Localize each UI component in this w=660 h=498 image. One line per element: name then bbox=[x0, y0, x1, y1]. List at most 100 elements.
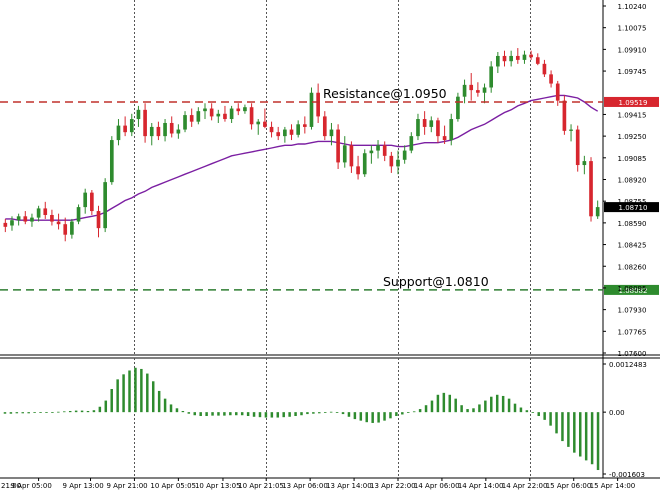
candle-body bbox=[329, 129, 334, 137]
oscillator-bar bbox=[365, 412, 368, 423]
candle bbox=[422, 111, 427, 135]
candle bbox=[509, 50, 513, 67]
candle bbox=[56, 213, 61, 230]
oscillator-bar bbox=[229, 412, 232, 416]
candle bbox=[229, 105, 234, 123]
candle bbox=[575, 125, 580, 172]
candle bbox=[189, 108, 194, 127]
candle-body bbox=[529, 54, 533, 58]
candle bbox=[149, 122, 154, 146]
oscillator-bar bbox=[555, 412, 558, 434]
candle bbox=[103, 178, 107, 233]
candle-body bbox=[515, 55, 520, 60]
candle-body bbox=[196, 111, 201, 122]
oscillator-bar bbox=[205, 412, 208, 417]
candle-body bbox=[442, 136, 447, 141]
candle bbox=[476, 82, 480, 97]
candle bbox=[169, 116, 174, 138]
candle-body bbox=[469, 84, 474, 91]
resistance-label: Resistance@1.0950 bbox=[323, 86, 447, 101]
candle-body bbox=[276, 132, 281, 137]
price-tick-label: 1.09085 bbox=[618, 155, 647, 163]
candle bbox=[496, 52, 500, 74]
candle-body bbox=[562, 100, 567, 131]
candle bbox=[23, 211, 28, 225]
oscillator-bar bbox=[270, 412, 274, 418]
moving-average-line bbox=[5, 94, 599, 221]
candle bbox=[83, 188, 88, 214]
oscillator-bar bbox=[395, 412, 398, 417]
oscillator-bar bbox=[80, 410, 84, 413]
candle-body bbox=[342, 145, 347, 163]
candle bbox=[249, 103, 254, 130]
oscillator-bar bbox=[407, 412, 410, 413]
oscillator-bar bbox=[92, 410, 96, 413]
oscillator-bar bbox=[116, 379, 119, 413]
time-tick-label: 9 Apr 05:00 bbox=[11, 482, 52, 490]
candle-body bbox=[575, 129, 580, 166]
candle bbox=[30, 213, 34, 227]
oscillator-bar bbox=[217, 412, 220, 416]
candle bbox=[302, 116, 307, 134]
resistance-price-tag-text: 1.09519 bbox=[619, 99, 648, 107]
candle bbox=[409, 132, 414, 154]
time-tick-label: 10 Apr 13:05 bbox=[195, 482, 241, 490]
candle bbox=[256, 119, 261, 135]
oscillator-tick-label: -0.001603 bbox=[609, 471, 645, 479]
candle-body bbox=[163, 122, 167, 137]
candle-body bbox=[489, 66, 494, 88]
vertical-grid bbox=[134, 0, 531, 478]
candle bbox=[96, 205, 101, 238]
candle-body bbox=[309, 92, 314, 127]
oscillator-bar bbox=[86, 410, 90, 413]
candle bbox=[589, 157, 593, 222]
candle-body bbox=[10, 220, 14, 226]
oscillator-bar bbox=[68, 410, 72, 413]
candle bbox=[129, 113, 134, 137]
oscillator-bar bbox=[412, 411, 416, 413]
oscillator-bar bbox=[513, 403, 517, 413]
candle bbox=[269, 121, 274, 138]
candle bbox=[529, 50, 533, 60]
oscillator-bar bbox=[9, 412, 13, 414]
oscillator-bar bbox=[288, 412, 291, 417]
candle bbox=[389, 151, 394, 173]
oscillator-bar bbox=[495, 394, 499, 413]
oscillator-bar bbox=[401, 412, 404, 415]
candle-body bbox=[243, 107, 247, 112]
candle bbox=[203, 103, 207, 120]
candle bbox=[535, 53, 540, 66]
oscillator-bar bbox=[507, 398, 511, 413]
candle bbox=[243, 104, 247, 114]
time-tick-label: 10 Apr 05:05 bbox=[150, 482, 196, 490]
candle-body bbox=[116, 125, 121, 141]
candle-body bbox=[223, 113, 227, 120]
price-tick-label: 1.08425 bbox=[618, 242, 647, 250]
candle bbox=[595, 200, 600, 219]
oscillator-bar bbox=[45, 412, 48, 413]
oscillator-layer: 0.0012483 0.00 -0.001603 bbox=[3, 361, 647, 479]
price-tick-label: 1.09415 bbox=[618, 111, 647, 119]
oscillator-bar bbox=[181, 410, 185, 413]
oscillator-bar bbox=[347, 412, 351, 417]
candle bbox=[36, 205, 41, 222]
oscillator-bar bbox=[573, 412, 576, 453]
candle bbox=[223, 105, 227, 122]
candle bbox=[143, 103, 147, 143]
oscillator-bar bbox=[466, 409, 469, 413]
candle-body bbox=[336, 129, 340, 163]
candle-body bbox=[436, 120, 440, 137]
candle bbox=[216, 109, 221, 123]
candle bbox=[469, 73, 474, 101]
candle bbox=[356, 155, 360, 180]
candle-body bbox=[209, 108, 214, 117]
oscillator-bar bbox=[460, 405, 463, 413]
candle bbox=[416, 113, 420, 141]
oscillator-bar bbox=[246, 412, 250, 417]
candle-body bbox=[409, 136, 414, 151]
candle-body bbox=[302, 124, 307, 127]
oscillator-bar bbox=[323, 412, 327, 413]
candle-body bbox=[456, 96, 460, 120]
oscillator-bar bbox=[51, 412, 54, 413]
oscillator-bar bbox=[596, 412, 600, 471]
